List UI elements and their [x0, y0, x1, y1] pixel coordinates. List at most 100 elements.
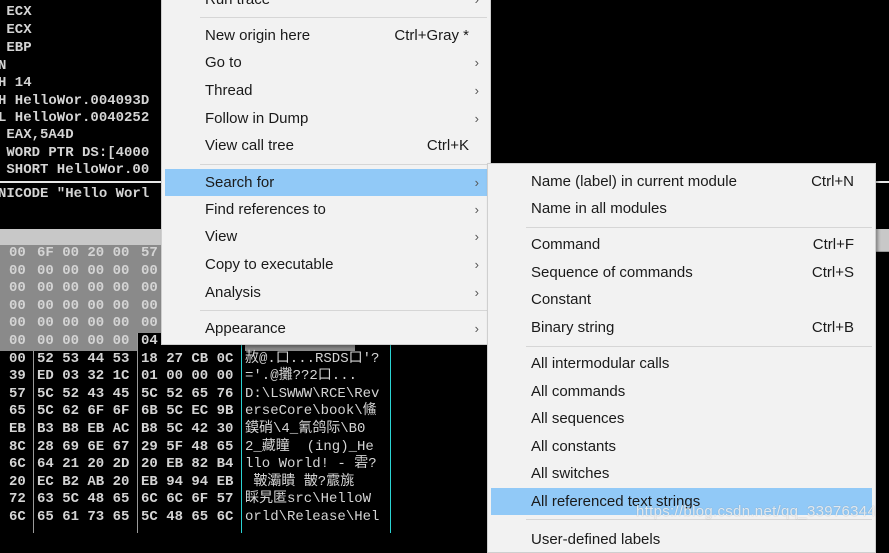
menu-item-shortcut: Ctrl+K — [426, 137, 469, 154]
menu-item-label: New origin here — [205, 27, 311, 44]
menu-item-label: Binary string — [531, 319, 615, 336]
menu-item-appearance[interactable]: Appearance › — [165, 315, 487, 342]
dump-byte: 00 — [9, 350, 26, 367]
menu-item-label: All commands — [531, 383, 626, 400]
dump-hex-group: 5C 52 65 76 — [141, 385, 234, 402]
dump-hex-group: 65 61 73 65 — [37, 509, 130, 525]
dump-hex-group: 00 — [141, 297, 158, 314]
menu-item-view[interactable]: View › — [165, 223, 487, 250]
menu-item-follow-in-dump[interactable]: Follow in Dump › — [165, 105, 487, 132]
disasm-line[interactable]: H 14 — [0, 74, 32, 92]
dump-hex-group: 6F 00 20 00 — [37, 245, 130, 261]
menu-item-label: All switches — [531, 465, 610, 482]
menu-item-label: Thread — [205, 82, 253, 99]
dump-hex-group: 00 00 00 00 — [37, 297, 130, 314]
disasm-line[interactable]: EBP — [0, 39, 31, 57]
chevron-right-icon: › — [474, 257, 479, 272]
menu-item-all-constants[interactable]: All constants — [491, 433, 872, 460]
menu-item-label: Appearance — [205, 320, 286, 337]
disasm-line[interactable]: ECX — [0, 3, 31, 21]
dump-byte: 57 — [9, 385, 26, 402]
menu-item-shortcut: Ctrl+Gray * — [394, 27, 469, 44]
dump-ascii: erseCore\book\鯈 — [245, 403, 377, 420]
dump-ascii: 2_藏瞳 (ing)_He — [245, 438, 374, 455]
chevron-right-icon: › — [475, 0, 479, 13]
menu-item-label: Follow in Dump — [205, 110, 309, 127]
menu-item-run-trace[interactable]: Run trace › — [165, 0, 487, 13]
dump-hex-group: 64 21 20 2D — [37, 456, 130, 473]
menu-item-find-references-to[interactable]: Find references to › — [165, 196, 487, 223]
menu-item-binary-string[interactable]: Binary string Ctrl+B — [491, 314, 872, 341]
menu-separator — [200, 17, 487, 18]
menu-item-label: All intermodular calls — [531, 355, 670, 372]
disasm-line[interactable]: N — [0, 57, 6, 75]
context-menu: Run trace › New origin here Ctrl+Gray * Go t… — [161, 0, 491, 345]
menu-item-copy-to-executable[interactable]: Copy to executable › — [165, 251, 487, 278]
menu-item-constant[interactable]: Constant — [491, 286, 872, 313]
dump-hex-group: 6C 6C 6F 57 — [141, 491, 234, 508]
menu-item-all-commands[interactable]: All commands — [491, 378, 872, 405]
dump-byte: 20 — [9, 473, 26, 490]
menu-item-shortcut: Ctrl+F — [812, 236, 854, 253]
chevron-right-icon: › — [474, 229, 479, 244]
menu-item-label: All sequences — [531, 410, 625, 427]
disasm-line[interactable]: H HelloWor.004093D — [0, 92, 149, 110]
dump-byte: 8C — [9, 438, 26, 455]
dump-hex-group: 5C 62 6F 6F — [37, 403, 130, 420]
dump-hex-group: 01 00 00 00 — [141, 368, 234, 385]
disasm-line[interactable]: ECX — [0, 21, 31, 39]
dump-hex-group: 5C 48 65 6C — [141, 509, 234, 525]
menu-item-analysis[interactable]: Analysis › — [165, 279, 487, 306]
menu-item-shortcut: Ctrl+N — [811, 173, 854, 190]
menu-item-new-origin-here[interactable]: New origin here Ctrl+Gray * — [165, 22, 487, 49]
disasm-line[interactable]: EAX,5A4D — [0, 126, 73, 144]
menu-item-label: View — [205, 228, 238, 245]
menu-item-all-sequences[interactable]: All sequences — [491, 405, 872, 432]
menu-item-name-label-in-current-module[interactable]: Name (label) in current module Ctrl+N — [491, 168, 872, 195]
menu-item-thread[interactable]: Thread › — [165, 77, 487, 104]
menu-item-user-defined-labels[interactable]: User-defined labels — [491, 526, 872, 553]
dump-hex-group: 00 — [141, 262, 158, 279]
dump-byte: EB — [9, 421, 26, 437]
menu-item-command[interactable]: Command Ctrl+F — [491, 231, 872, 258]
dump-ascii: llo World! - 雼? — [245, 456, 377, 473]
dump-byte: 00 — [9, 245, 26, 261]
menu-item-label: All constants — [531, 438, 617, 455]
menu-item-shortcut: Ctrl+S — [811, 264, 854, 281]
menu-item-sequence-of-commands[interactable]: Sequence of commands Ctrl+S — [491, 259, 872, 286]
menu-item-label: Name in all modules — [531, 200, 667, 217]
menu-item-label: Sequence of commands — [531, 264, 693, 281]
dump-hex-group: 00 — [141, 315, 158, 332]
dump-hex-group: EC B2 AB 20 — [37, 473, 130, 490]
menu-item-label: Analysis — [205, 284, 261, 301]
dump-hex-group: B8 5C 42 30 — [141, 421, 234, 437]
dump-ascii: 赦@.口...RSDS口'? — [245, 350, 380, 367]
dump-hex-group: 28 69 6E 67 — [37, 438, 130, 455]
disasm-line[interactable]: L HelloWor.0040252 — [0, 109, 149, 127]
menu-item-all-intermodular-calls[interactable]: All intermodular calls — [491, 350, 872, 377]
watermark: https://blog.csdn.net/qq_33976344 — [636, 503, 877, 520]
dump-byte: 72 — [9, 491, 26, 508]
dump-hex-group: 52 53 44 53 — [37, 350, 130, 367]
chevron-right-icon: › — [474, 83, 479, 98]
chevron-right-icon: › — [474, 202, 479, 217]
dump-hex-group: 57 — [141, 245, 158, 261]
dump-hex-group: B3 B8 EB AC — [37, 421, 130, 437]
disasm-line[interactable]: WORD PTR DS:[4000 — [0, 144, 149, 162]
menu-item-view-call-tree[interactable]: View call tree Ctrl+K — [165, 132, 487, 159]
dump-hex-group: 5C 52 43 45 — [37, 385, 130, 402]
comment-line[interactable]: NICODE "Hello Worl — [0, 185, 149, 203]
chevron-right-icon: › — [474, 55, 479, 70]
menu-item-all-switches[interactable]: All switches — [491, 460, 872, 487]
dump-byte: 65 — [9, 403, 26, 420]
menu-item-go-to[interactable]: Go to › — [165, 49, 487, 76]
dump-hex-group: ED 03 32 1C — [37, 368, 130, 385]
menu-item-label: Find references to — [205, 201, 326, 218]
search-for-submenu: Name (label) in current module Ctrl+N Name… — [487, 163, 876, 553]
menu-item-search-for[interactable]: Search for › — [165, 169, 487, 196]
menu-item-label: Search for — [205, 174, 275, 191]
dump-byte: 00 — [9, 297, 26, 314]
disasm-line[interactable]: SHORT HelloWor.00 — [0, 161, 149, 179]
dump-byte: 6C — [9, 456, 26, 473]
menu-item-name-in-all-modules[interactable]: Name in all modules — [491, 195, 872, 222]
